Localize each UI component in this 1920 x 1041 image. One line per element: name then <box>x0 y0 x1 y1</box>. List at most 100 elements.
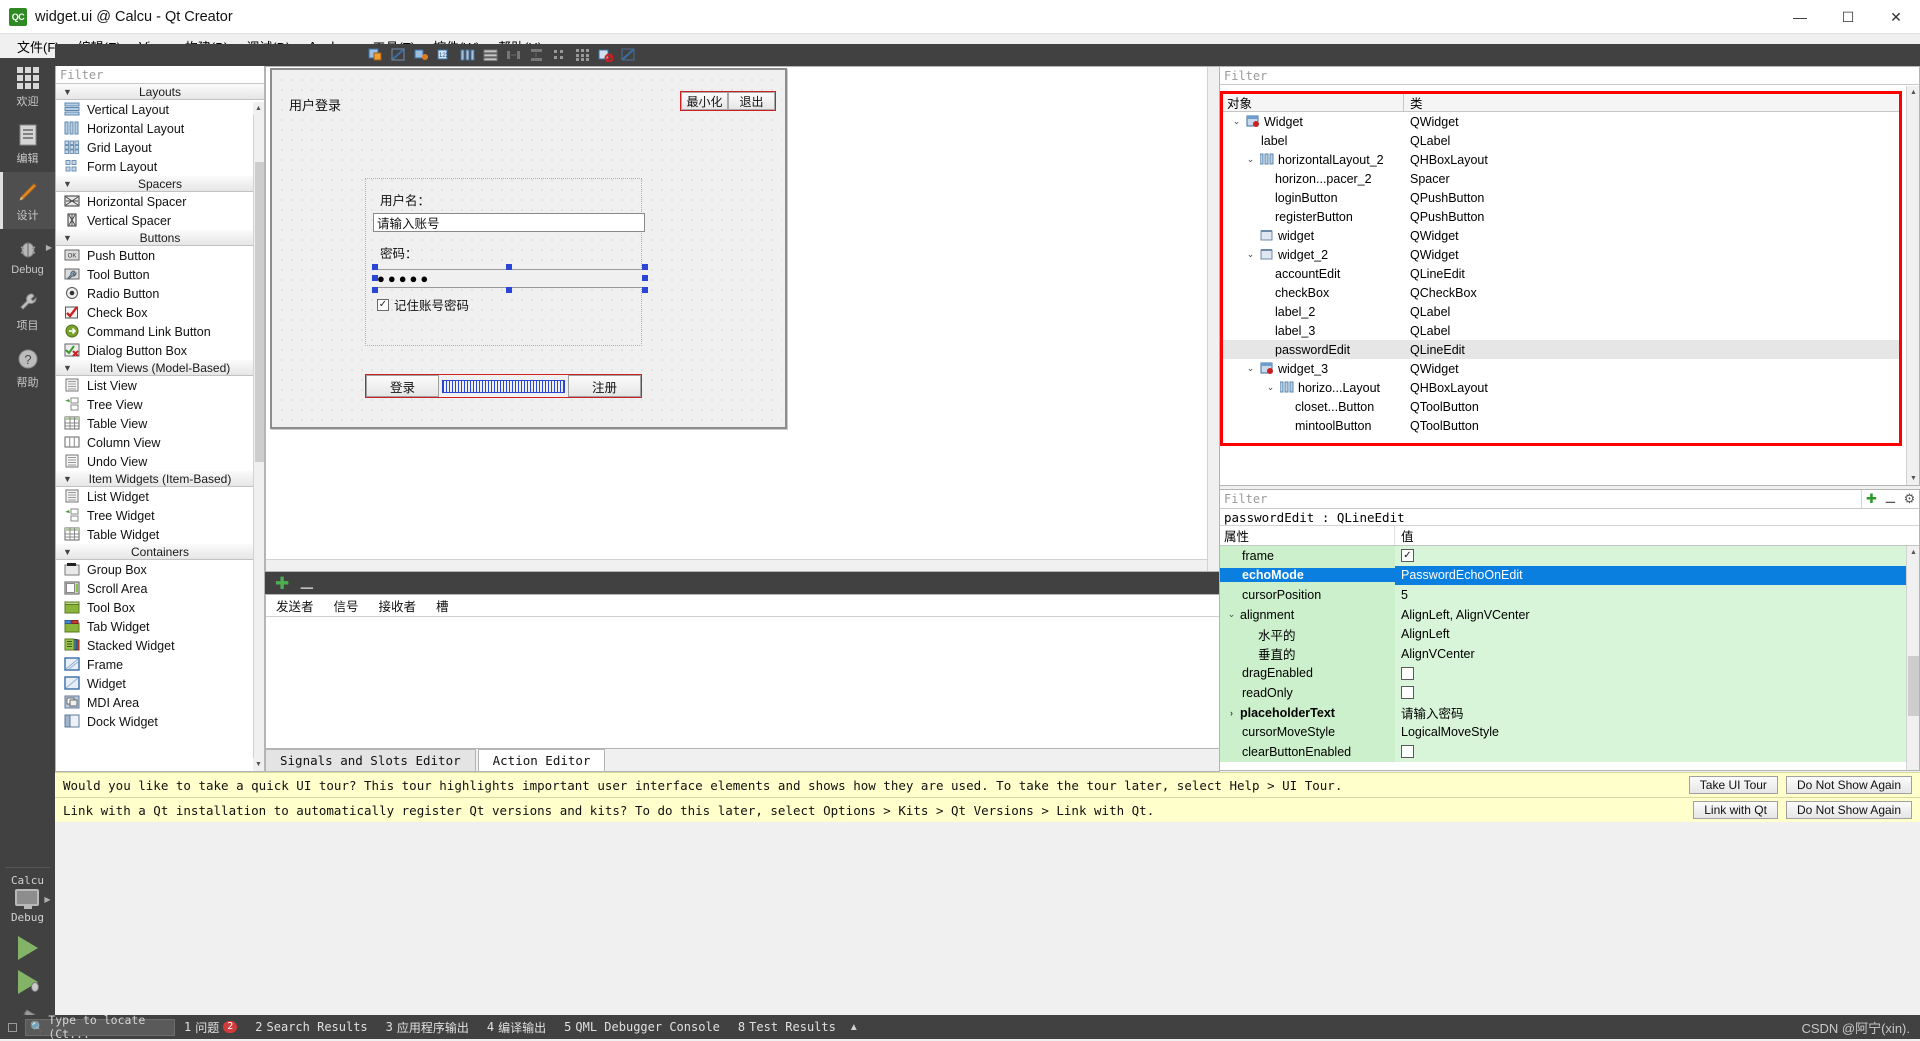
frame-checkbox[interactable]: ✓ <box>1401 549 1414 563</box>
locate-input[interactable]: 🔍 Type to locate (Ct... <box>25 1013 175 1041</box>
widget-category-spacers[interactable]: ▼ Spacers <box>56 176 264 192</box>
add-property-icon[interactable]: ✚ <box>1862 490 1881 509</box>
selection-handle[interactable] <box>642 287 648 293</box>
chevron-down-icon[interactable]: ⌄ <box>1245 154 1256 165</box>
widget-item-widget[interactable]: Widget <box>56 674 264 693</box>
property-value[interactable]: PasswordEchoOnEdit <box>1401 568 1523 582</box>
object-row-closeToolButton[interactable]: closet...Button QToolButton <box>1223 397 1899 416</box>
mode-help[interactable]: ? 帮助 <box>0 339 55 396</box>
selection-handle[interactable] <box>372 275 378 281</box>
property-row-vertical-alignment[interactable]: 垂直的 AlignVCenter <box>1220 643 1919 664</box>
password-edit-input[interactable]: ●●●●● <box>375 269 645 288</box>
object-row-mintoolButton[interactable]: mintoolButton QToolButton <box>1223 416 1899 435</box>
widget-item-check-box[interactable]: Check Box <box>56 303 264 322</box>
remember-checkbox[interactable]: ✓ 记住账号密码 <box>377 295 469 314</box>
adjust-size-icon[interactable] <box>365 46 385 64</box>
layout-splitter-h-icon[interactable] <box>503 46 523 64</box>
account-edit-input[interactable]: 请输入账号 <box>373 213 645 232</box>
horizontal-spacer[interactable] <box>442 379 565 393</box>
checkbox-box[interactable]: ✓ <box>377 298 389 311</box>
canvas-vertical-scrollbar[interactable] <box>1207 67 1219 571</box>
property-row-cursorPosition[interactable]: cursorPosition 5 <box>1220 585 1919 605</box>
widget-item-table-widget[interactable]: Table Widget <box>56 525 264 544</box>
widget-category-item-views[interactable]: ▼ Item Views (Model-Based) <box>56 360 264 376</box>
clearButtonEnabled-checkbox[interactable] <box>1401 745 1414 759</box>
property-row-dragEnabled[interactable]: dragEnabled <box>1220 663 1919 684</box>
widget-category-item-widgets[interactable]: ▼ Item Widgets (Item-Based) <box>56 471 264 487</box>
configure-icon[interactable]: ⚙ <box>1900 490 1919 509</box>
kit-selector[interactable]: ▶ <box>14 889 51 909</box>
chevron-down-icon[interactable]: ⌄ <box>1245 363 1256 374</box>
close-icon[interactable]: ✕ <box>1872 0 1920 34</box>
status-item-search-results[interactable]: 2 Search Results <box>246 1020 376 1034</box>
remove-connection-icon[interactable]: ⚊ <box>299 575 314 592</box>
property-value[interactable]: 5 <box>1401 588 1408 602</box>
chevron-down-icon[interactable]: ⌄ <box>1245 249 1256 260</box>
widget-item-grid-layout[interactable]: Grid Layout <box>56 138 264 157</box>
chevron-right-icon[interactable]: ▶ <box>44 895 50 904</box>
widget-item-scroll-area[interactable]: Scroll Area <box>56 579 264 598</box>
property-value[interactable]: 请输入密码 <box>1401 703 1464 722</box>
object-row-widget_2[interactable]: ⌄ widget_2 QWidget <box>1223 245 1899 264</box>
mode-welcome[interactable]: 欢迎 <box>0 58 55 115</box>
widget-item-list-view[interactable]: List View <box>56 376 264 395</box>
chevron-right-icon[interactable]: ▶ <box>46 243 52 252</box>
object-row-checkBox[interactable]: checkBox QCheckBox <box>1223 283 1899 302</box>
scroll-up-icon[interactable]: ▲ <box>253 102 264 115</box>
property-row-cursorMoveStyle[interactable]: cursorMoveStyle LogicalMoveStyle <box>1220 722 1919 742</box>
property-editor-scrollbar[interactable]: ▲ <box>1906 546 1919 770</box>
property-row-placeholderText[interactable]: › placeholderText 请输入密码 <box>1220 702 1919 723</box>
login-button[interactable]: 登录 <box>366 375 439 397</box>
widget-box-filter-input[interactable]: Filter <box>56 66 264 84</box>
form-preview[interactable]: 用户登录 最小化 退出 用户名： 请输入账号 密码： ●●●●● ✓ 记住账号密… <box>270 68 787 429</box>
object-row-passwordEdit[interactable]: passwordEdit QLineEdit <box>1223 340 1899 359</box>
status-item-compile-output[interactable]: 4 编译输出 <box>478 1019 555 1036</box>
widget-item-command-link-button[interactable]: Command Link Button <box>56 322 264 341</box>
layout-form-icon[interactable] <box>549 46 569 64</box>
layout-grid-icon[interactable] <box>572 46 592 64</box>
object-row-horizontalSpacer_2[interactable]: horizon...pacer_2 Spacer <box>1223 169 1899 188</box>
maximize-icon[interactable]: ☐ <box>1824 0 1872 34</box>
widget-item-radio-button[interactable]: Radio Button <box>56 284 264 303</box>
object-row-accountEdit[interactable]: accountEdit QLineEdit <box>1223 264 1899 283</box>
object-inspector-filter-input[interactable]: Filter <box>1220 67 1919 85</box>
add-connection-icon[interactable]: ✚ <box>275 575 289 592</box>
minimize-icon[interactable]: — <box>1776 0 1824 34</box>
widget-item-tree-widget[interactable]: Tree Widget <box>56 506 264 525</box>
property-value[interactable]: AlignVCenter <box>1401 647 1475 661</box>
selection-handle[interactable] <box>642 264 648 270</box>
property-row-echoMode[interactable]: echoMode PasswordEchoOnEdit <box>1220 565 1919 586</box>
property-row-readOnly[interactable]: readOnly <box>1220 683 1919 703</box>
status-item-issues[interactable]: 1 问题 2 <box>175 1019 246 1036</box>
widget-item-horizontal-layout[interactable]: Horizontal Layout <box>56 119 264 138</box>
scroll-up-icon[interactable]: ▲ <box>1907 86 1920 99</box>
object-row-widget[interactable]: widget QWidget <box>1223 226 1899 245</box>
widget-category-containers[interactable]: ▼ Containers <box>56 544 264 560</box>
widget-box-scrollbar[interactable]: ▲ ▼ <box>253 102 264 771</box>
widget-item-tool-button[interactable]: Tool Button <box>56 265 264 284</box>
edit-buddies-icon[interactable] <box>411 46 431 64</box>
status-item-app-output[interactable]: 3 应用程序输出 <box>377 1019 478 1036</box>
object-row-loginButton[interactable]: loginButton QPushButton <box>1223 188 1899 207</box>
object-row-label[interactable]: label QLabel <box>1223 131 1899 150</box>
remove-property-icon[interactable]: ⚊ <box>1881 490 1900 509</box>
updown-icon[interactable]: ▲ <box>845 1022 859 1033</box>
object-row-horizontalLayout[interactable]: ⌄ horizo...Layout QHBoxLayout <box>1223 378 1899 397</box>
readOnly-checkbox[interactable] <box>1401 686 1414 700</box>
object-row-label_3[interactable]: label_3 QLabel <box>1223 321 1899 340</box>
object-row-widget[interactable]: ⌄ Widget QWidget <box>1223 112 1899 131</box>
widget-item-column-view[interactable]: Column View <box>56 433 264 452</box>
widget-item-tool-box[interactable]: Tool Box <box>56 598 264 617</box>
mode-design[interactable]: 设计 <box>0 172 55 229</box>
property-value[interactable]: LogicalMoveStyle <box>1401 725 1499 739</box>
object-row-label_2[interactable]: label_2 QLabel <box>1223 302 1899 321</box>
do-not-show-again-button[interactable]: Do Not Show Again <box>1785 776 1912 794</box>
widget-category-layouts[interactable]: ▼ Layouts <box>56 84 264 100</box>
widget-item-list-widget[interactable]: List Widget <box>56 487 264 506</box>
property-row-clearButtonEnabled[interactable]: clearButtonEnabled <box>1220 741 1919 762</box>
break-layout-red-icon[interactable] <box>595 46 615 64</box>
widget-item-vertical-spacer[interactable]: Vertical Spacer <box>56 211 264 230</box>
adjust-size-2-icon[interactable] <box>618 46 638 64</box>
form-surface[interactable]: 用户登录 最小化 退出 用户名： 请输入账号 密码： ●●●●● ✓ 记住账号密… <box>275 73 782 424</box>
do-not-show-again-button[interactable]: Do Not Show Again <box>1785 801 1912 819</box>
